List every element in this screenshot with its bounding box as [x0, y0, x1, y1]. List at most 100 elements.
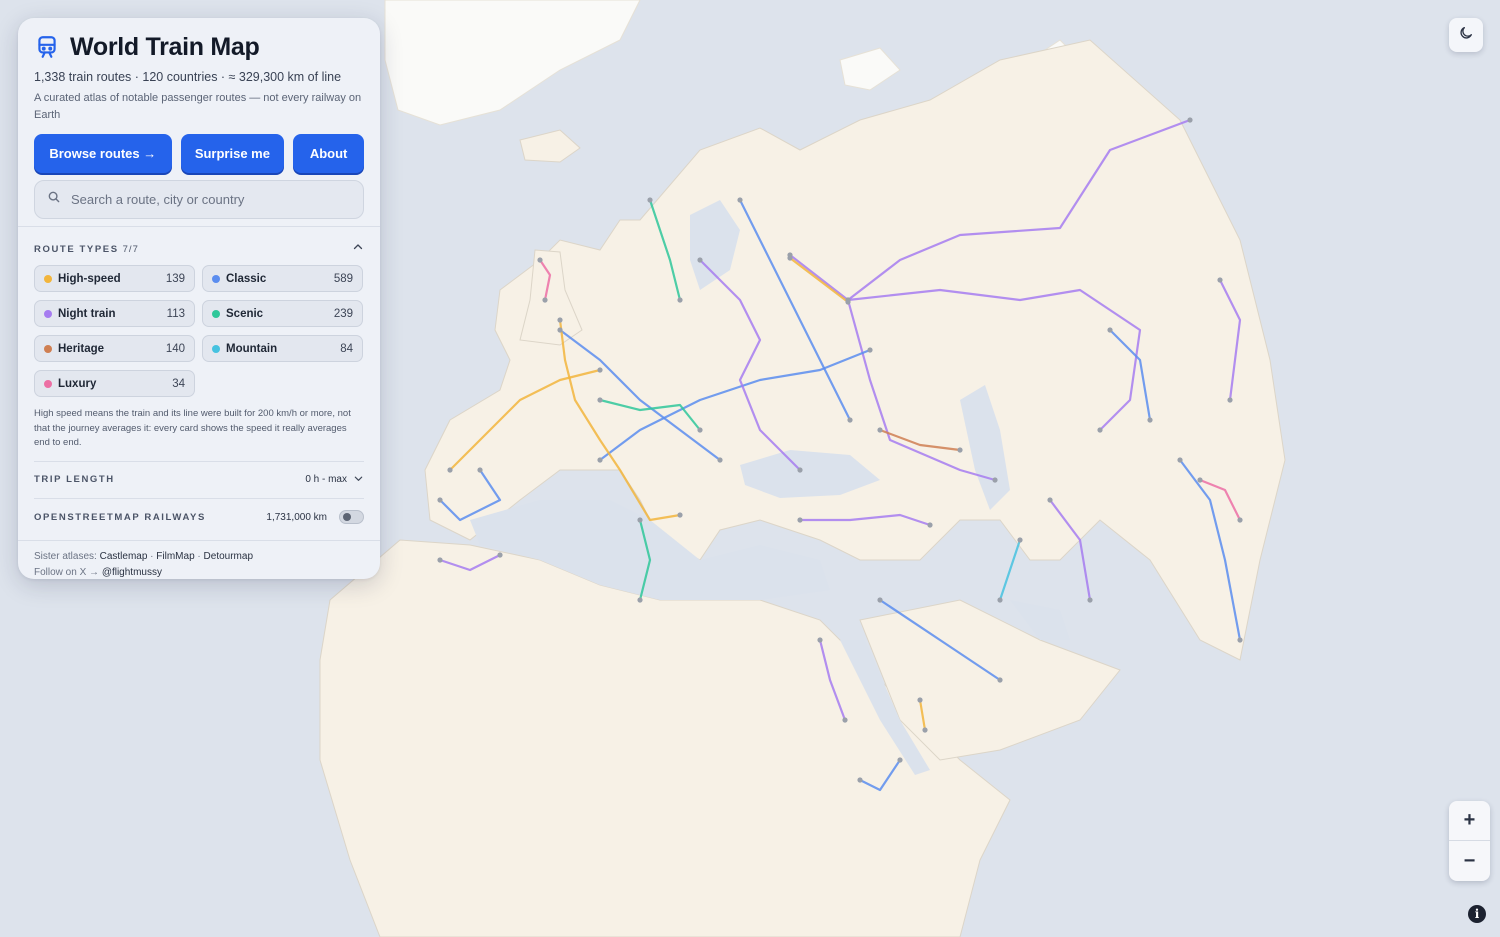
search-icon [47, 190, 61, 209]
station-dot [877, 597, 883, 603]
station-dot [1217, 277, 1223, 283]
station-dot [557, 317, 563, 323]
station-dot [867, 347, 873, 353]
osm-railways-toggle[interactable] [339, 510, 364, 524]
sister-atlases-label: Sister atlases: [34, 550, 97, 562]
station-dot [677, 297, 683, 303]
osm-railways-length: 1,731,000 km [266, 511, 327, 523]
osm-railways-control: 1,731,000 km [266, 510, 364, 524]
station-dot [817, 637, 823, 643]
route-types-section: ROUTE TYPES 7/7 High-speed 139 Classic 589 Ni… [18, 227, 380, 536]
zoom-in-button[interactable]: + [1449, 801, 1490, 841]
chip-label: High-speed [58, 272, 121, 285]
chevron-up-icon[interactable] [352, 240, 364, 258]
station-dot [597, 397, 603, 403]
x-handle-link[interactable]: @flightmussy [102, 567, 162, 578]
surprise-me-button[interactable]: Surprise me [180, 134, 285, 173]
panel-header: World Train Map 1,338 train routes · 120… [18, 18, 380, 227]
route-type-chip-scenic[interactable]: Scenic 239 [202, 300, 363, 327]
browse-routes-button[interactable]: Browse routes → [34, 134, 172, 173]
station-dot [697, 427, 703, 433]
color-dot [212, 344, 220, 353]
stats-summary: 1,338 train routes · 120 countries · ≈ 3… [34, 70, 342, 84]
station-dot [1017, 537, 1023, 543]
route-type-chip-high-speed[interactable]: High-speed 139 [34, 265, 195, 292]
train-icon [34, 34, 60, 60]
station-dot [847, 417, 853, 423]
route-type-chip-luxury[interactable]: Luxury 34 [34, 370, 195, 397]
station-dot [1187, 117, 1193, 123]
station-dot [997, 597, 1003, 603]
station-dot [845, 299, 851, 305]
route-types-header[interactable]: ROUTE TYPES 7/7 [34, 227, 364, 265]
trip-length-value: 0 h - max [305, 474, 347, 485]
station-dot [1047, 497, 1053, 503]
castlemap-link[interactable]: Castlemap [100, 551, 148, 562]
color-dot [212, 309, 220, 318]
chip-count: 239 [333, 307, 353, 320]
station-dot [877, 427, 883, 433]
dark-mode-button[interactable] [1449, 18, 1483, 52]
chip-label: Scenic [226, 307, 264, 320]
color-dot [212, 274, 220, 283]
chip-label: Classic [226, 272, 267, 285]
trip-length-select[interactable]: 0 h - max [305, 473, 364, 487]
station-dot [447, 467, 453, 473]
station-dot [737, 197, 743, 203]
station-dot [677, 512, 683, 518]
trip-length-label: TRIP LENGTH [34, 474, 115, 485]
high-speed-note: High speed means the train and its line … [34, 407, 364, 462]
osm-railways-label: OPENSTREETMAP RAILWAYS [34, 511, 206, 523]
about-button[interactable]: About [293, 134, 364, 173]
station-dot [647, 197, 653, 203]
chevron-down-icon [353, 473, 364, 487]
sister-atlases: Sister atlases: Castlemap · FilmMap · De… [34, 550, 253, 562]
search-box[interactable] [34, 180, 364, 219]
station-dot [597, 457, 603, 463]
moon-icon [1458, 25, 1474, 46]
chip-label: Night train [58, 307, 116, 320]
chip-label: Heritage [58, 342, 105, 355]
station-dot [542, 297, 548, 303]
station-dot [857, 777, 863, 783]
station-dot [477, 467, 483, 473]
station-dot [697, 257, 703, 263]
route-type-chip-mountain[interactable]: Mountain 84 [202, 335, 363, 362]
filmmap-link[interactable]: FilmMap [156, 551, 194, 562]
station-dot [997, 677, 1003, 683]
chip-count: 34 [172, 377, 185, 390]
station-dot [897, 757, 903, 763]
station-dot [957, 447, 963, 453]
route-type-chip-night-train[interactable]: Night train 113 [34, 300, 195, 327]
station-dot [717, 457, 723, 463]
chip-label: Luxury [58, 377, 97, 390]
station-dot [1197, 477, 1203, 483]
route-type-chip-heritage[interactable]: Heritage 140 [34, 335, 195, 362]
station-dot [787, 255, 793, 261]
detourmap-link[interactable]: Detourmap [204, 551, 253, 562]
color-dot [44, 344, 52, 353]
color-dot [44, 309, 52, 318]
osm-railways-row: OPENSTREETMAP RAILWAYS 1,731,000 km [34, 499, 364, 536]
route-type-chips: High-speed 139 Classic 589 Night train 113 Sce… [34, 265, 364, 397]
side-panel: World Train Map 1,338 train routes · 120… [18, 18, 380, 579]
route-type-chip-classic[interactable]: Classic 589 [202, 265, 363, 292]
station-dot [1097, 427, 1103, 433]
station-dot [1237, 517, 1243, 523]
chip-count: 589 [333, 272, 353, 285]
station-dot [437, 497, 443, 503]
station-dot [637, 597, 643, 603]
station-dot [842, 717, 848, 723]
station-dot [927, 522, 933, 528]
trip-length-row[interactable]: TRIP LENGTH 0 h - max [34, 462, 364, 499]
title-row: World Train Map [34, 32, 364, 62]
station-dot [797, 467, 803, 473]
app-description: A curated atlas of notable passenger rou… [34, 92, 362, 121]
follow-line: Follow on X → @flightmussy [34, 565, 364, 580]
info-button[interactable]: i [1468, 905, 1486, 923]
station-dot [922, 727, 928, 733]
station-dot [637, 517, 643, 523]
color-dot [44, 379, 52, 388]
search-input[interactable] [71, 192, 351, 207]
zoom-out-button[interactable]: − [1449, 841, 1490, 881]
